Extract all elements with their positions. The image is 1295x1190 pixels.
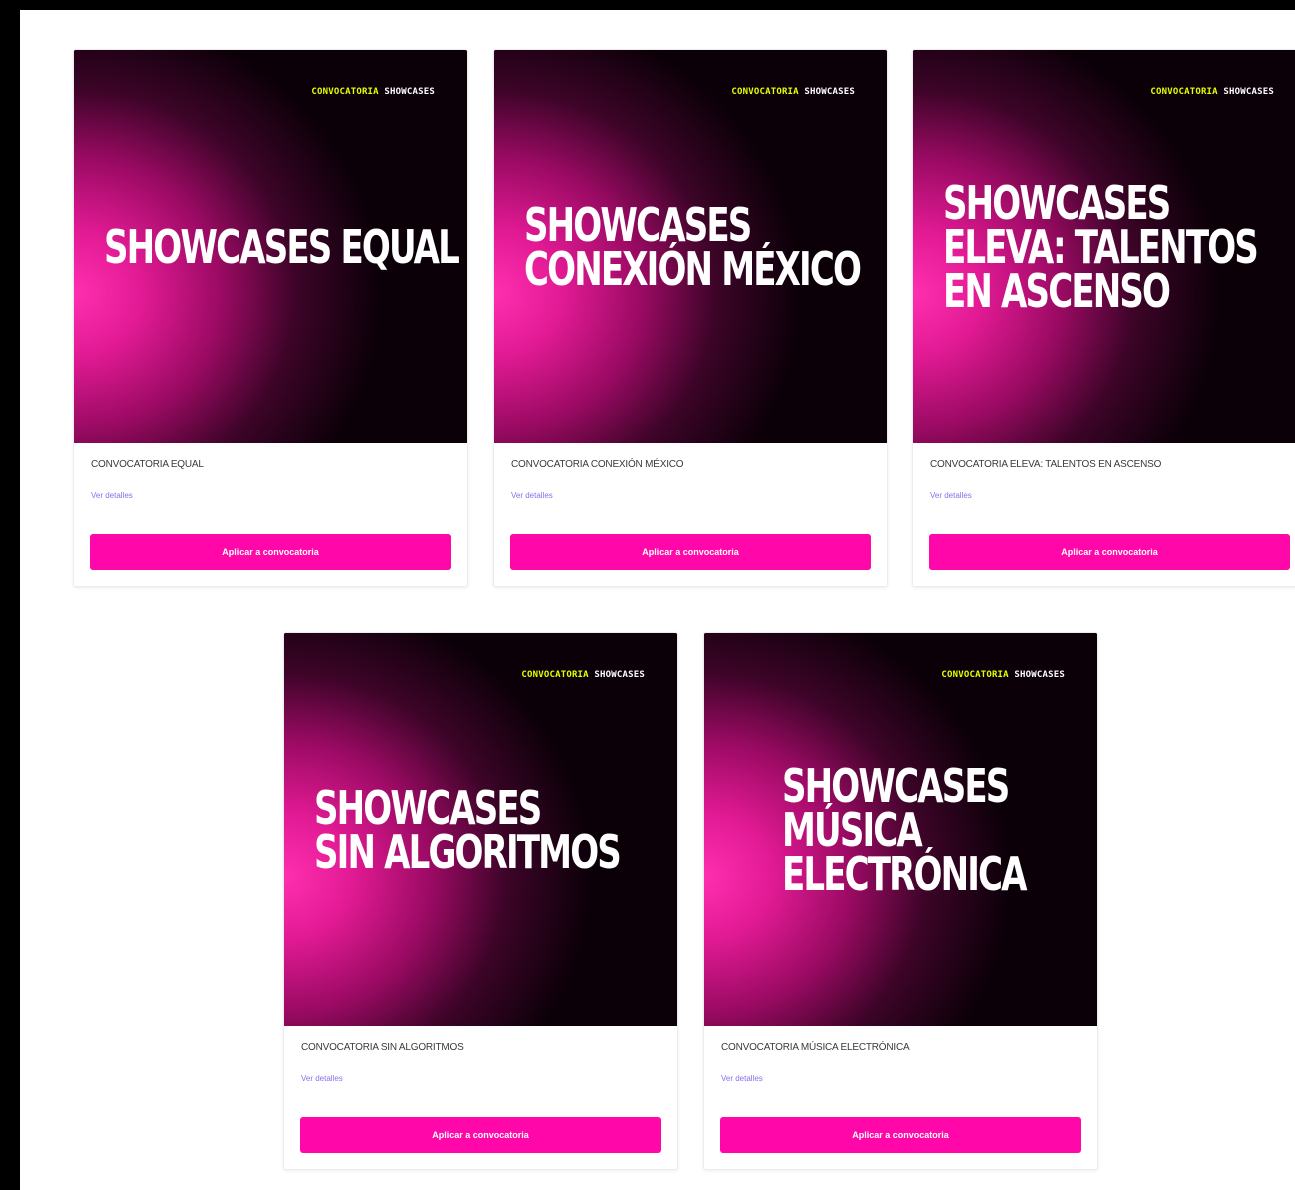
convocatoria-card: CONVOCATORIA SHOWCASES SHOWCASES EQUAL C…: [73, 49, 468, 587]
card-poster[interactable]: CONVOCATORIA SHOWCASES SHOWCASES MÚSICA …: [704, 633, 1097, 1026]
card-name: CONVOCATORIA ELEVA: TALENTOS EN ASCENSO: [930, 459, 1162, 470]
convocatoria-card: CONVOCATORIA SHOWCASES SHOWCASES MÚSICA …: [703, 632, 1098, 1170]
poster-tag-rest: SHOWCASES: [384, 87, 435, 97]
poster-title-line: ELECTRÓNICA: [782, 846, 1028, 901]
poster-tag-rest: SHOWCASES: [804, 87, 855, 97]
details-link[interactable]: Ver detalles: [301, 1074, 343, 1083]
poster-tag-highlight: CONVOCATORIA: [311, 87, 379, 97]
poster-tag-highlight: CONVOCATORIA: [731, 87, 799, 97]
card-name: CONVOCATORIA EQUAL: [91, 459, 204, 470]
card-body: CONVOCATORIA EQUAL Ver detalles Aplicar …: [74, 443, 467, 586]
details-link[interactable]: Ver detalles: [721, 1074, 763, 1083]
apply-button[interactable]: Aplicar a convocatoria: [510, 534, 871, 570]
card-poster[interactable]: CONVOCATORIA SHOWCASES SHOWCASES ELEVA: …: [913, 50, 1295, 443]
apply-button[interactable]: Aplicar a convocatoria: [929, 534, 1290, 570]
poster-title-line: ELEVA: TALENTOS: [943, 219, 1259, 274]
card-name: CONVOCATORIA MÚSICA ELECTRÓNICA: [721, 1042, 910, 1053]
window-frame-left: [0, 0, 20, 1190]
apply-button[interactable]: Aplicar a convocatoria: [720, 1117, 1081, 1153]
poster-tag: CONVOCATORIA SHOWCASES: [521, 670, 645, 680]
poster-title-line: SIN ALGORITMOS: [314, 824, 622, 879]
poster-title: SHOWCASES SIN ALGORITMOS: [314, 780, 659, 879]
poster-title: SHOWCASES ELEVA: TALENTOS EN ASCENSO: [943, 175, 1288, 318]
card-poster[interactable]: CONVOCATORIA SHOWCASES SHOWCASES EQUAL: [74, 50, 467, 443]
card-poster[interactable]: CONVOCATORIA SHOWCASES SHOWCASES SIN ALG…: [284, 633, 677, 1026]
card-name: CONVOCATORIA CONEXIÓN MÉXICO: [511, 459, 684, 470]
poster-title: SHOWCASES MÚSICA ELECTRÓNICA: [782, 758, 1079, 901]
card-name: CONVOCATORIA SIN ALGORITMOS: [301, 1042, 464, 1053]
apply-button[interactable]: Aplicar a convocatoria: [300, 1117, 661, 1153]
details-link[interactable]: Ver detalles: [91, 491, 133, 500]
window-frame-top: [0, 0, 1295, 10]
card-body: CONVOCATORIA ELEVA: TALENTOS EN ASCENSO …: [913, 443, 1295, 586]
poster-title-line: EN ASCENSO: [943, 263, 1171, 318]
poster-title-line: MÚSICA: [782, 802, 923, 857]
card-poster[interactable]: CONVOCATORIA SHOWCASES SHOWCASES CONEXIÓ…: [494, 50, 887, 443]
poster-title-line: SHOWCASES: [524, 197, 752, 252]
poster-title: SHOWCASES EQUAL: [104, 219, 460, 274]
convocatoria-card: CONVOCATORIA SHOWCASES SHOWCASES CONEXIÓ…: [493, 49, 888, 587]
poster-title-line: SHOWCASES EQUAL: [104, 219, 460, 274]
poster-title: SHOWCASES CONEXIÓN MÉXICO: [524, 197, 869, 296]
details-link[interactable]: Ver detalles: [930, 491, 972, 500]
details-link[interactable]: Ver detalles: [511, 491, 553, 500]
poster-title-line: SHOWCASES: [782, 758, 1010, 813]
card-body: CONVOCATORIA SIN ALGORITMOS Ver detalles…: [284, 1026, 677, 1169]
poster-tag-rest: SHOWCASES: [594, 670, 645, 680]
apply-button[interactable]: Aplicar a convocatoria: [90, 534, 451, 570]
poster-tag-rest: SHOWCASES: [1014, 670, 1065, 680]
poster-title-line: SHOWCASES: [943, 175, 1171, 230]
poster-tag: CONVOCATORIA SHOWCASES: [731, 87, 855, 97]
poster-tag: CONVOCATORIA SHOWCASES: [941, 670, 1065, 680]
poster-tag: CONVOCATORIA SHOWCASES: [1150, 87, 1274, 97]
poster-title-line: CONEXIÓN MÉXICO: [524, 241, 862, 296]
convocatoria-card: CONVOCATORIA SHOWCASES SHOWCASES ELEVA: …: [912, 49, 1295, 587]
card-body: CONVOCATORIA CONEXIÓN MÉXICO Ver detalle…: [494, 443, 887, 586]
poster-tag-rest: SHOWCASES: [1223, 87, 1274, 97]
convocatoria-card: CONVOCATORIA SHOWCASES SHOWCASES SIN ALG…: [283, 632, 678, 1170]
poster-tag-highlight: CONVOCATORIA: [521, 670, 589, 680]
poster-tag-highlight: CONVOCATORIA: [1150, 87, 1218, 97]
poster-tag: CONVOCATORIA SHOWCASES: [311, 87, 435, 97]
poster-tag-highlight: CONVOCATORIA: [941, 670, 1009, 680]
card-body: CONVOCATORIA MÚSICA ELECTRÓNICA Ver deta…: [704, 1026, 1097, 1169]
poster-title-line: SHOWCASES: [314, 780, 542, 835]
